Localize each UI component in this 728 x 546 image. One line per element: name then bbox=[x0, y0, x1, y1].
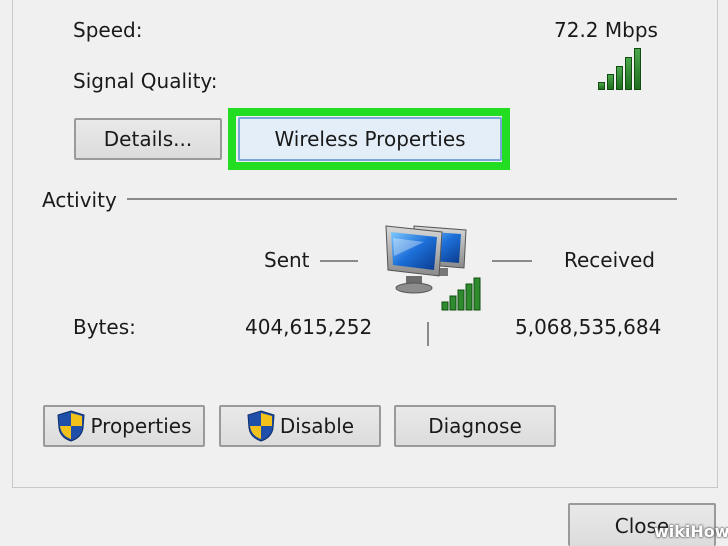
speed-label: Speed: bbox=[73, 18, 143, 42]
properties-button[interactable]: Properties bbox=[43, 405, 205, 447]
bytes-received-value: 5,068,535,684 bbox=[515, 315, 662, 339]
bytes-separator bbox=[427, 322, 429, 346]
network-computers-icon bbox=[385, 225, 481, 311]
bytes-label: Bytes: bbox=[73, 315, 136, 339]
highlight-box bbox=[228, 108, 510, 170]
watermark-text: wikiHow bbox=[654, 522, 728, 541]
speed-value: 72.2 Mbps bbox=[554, 18, 658, 42]
details-button[interactable]: Details... bbox=[74, 118, 222, 160]
bytes-sent-value: 404,615,252 bbox=[245, 315, 373, 339]
activity-title: Activity bbox=[42, 188, 117, 212]
signal-bars-icon bbox=[598, 46, 650, 90]
received-connector bbox=[492, 260, 532, 262]
disable-button-label: Disable bbox=[279, 414, 355, 438]
properties-button-label: Properties bbox=[90, 414, 192, 438]
received-label: Received bbox=[564, 248, 655, 272]
disable-button[interactable]: Disable bbox=[219, 405, 381, 447]
signal-quality-label: Signal Quality: bbox=[73, 69, 218, 93]
uac-shield-icon bbox=[57, 410, 85, 442]
sent-connector bbox=[320, 260, 358, 262]
activity-divider bbox=[127, 198, 677, 200]
sent-label: Sent bbox=[264, 248, 310, 272]
uac-shield-icon bbox=[247, 410, 275, 442]
diagnose-button[interactable]: Diagnose bbox=[394, 405, 556, 447]
